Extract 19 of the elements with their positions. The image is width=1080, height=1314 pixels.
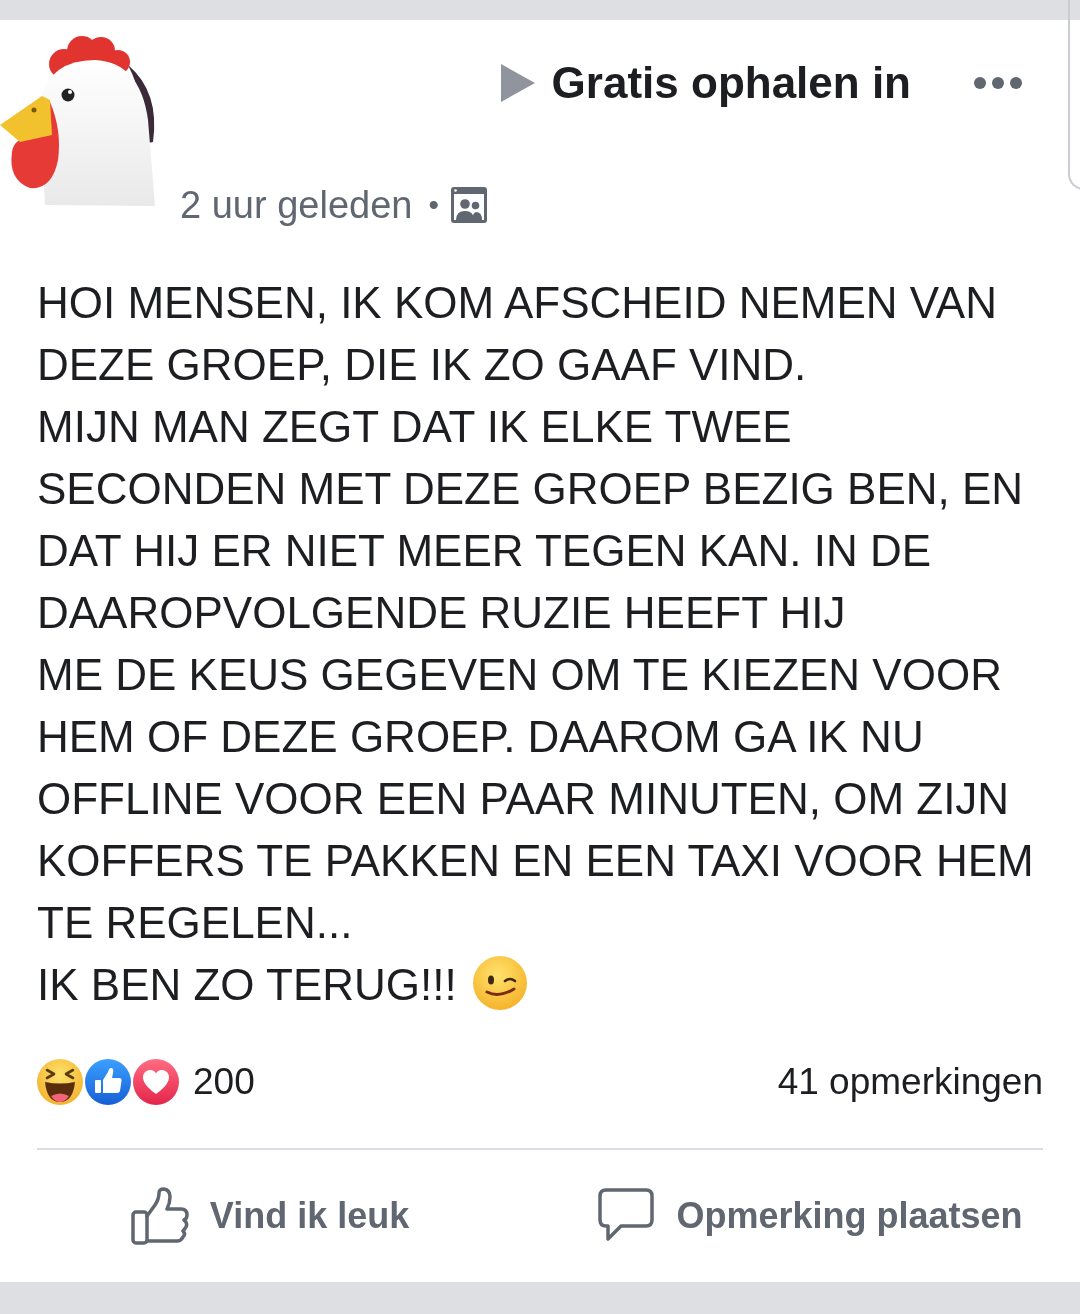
heart-reaction-icon	[131, 1057, 181, 1107]
group-audience-icon	[450, 187, 487, 223]
post-paragraph: MIJN MAN ZEGT DAT IK ELKE TWEE SECONDEN MET DEZE GROEP BEZIG BEN, EN DAT HIJ ER NIET MEER TEGEN KAN. IN DE DAAROPVOLGENDE RUZIE HEEFT HIJ	[37, 402, 1024, 637]
group-name-link[interactable]: Gratis ophalen in	[551, 57, 911, 109]
triangle-icon	[500, 64, 535, 102]
separator-dot: •	[428, 187, 439, 223]
timestamp[interactable]: 2 uur geleden	[180, 183, 413, 227]
more-options-icon[interactable]	[974, 77, 1022, 89]
post-paragraph: IK BEN ZO TERUG!!!	[37, 960, 457, 1009]
thumbs-up-reaction-icon	[83, 1057, 133, 1107]
laughing-emoji-icon	[35, 1057, 85, 1107]
comment-count-link[interactable]: 41 opmerkingen	[777, 1060, 1043, 1104]
reaction-count[interactable]: 200	[193, 1060, 255, 1104]
thumbs-up-icon	[130, 1187, 189, 1245]
like-button[interactable]: Vind ik leuk	[130, 1187, 410, 1245]
post-paragraph: ME DE KEUS GEGEVEN OM TE KIEZEN VOOR HEM OF DEZE GROEP. DAAROM GA IK NU OFFLINE VOOR EEN PAAR MINUTEN, OM ZIJN KOFFERS TE PAKKEN EN EEN TAXI VOOR HEM TE REGELEN...	[37, 650, 1034, 947]
post-paragraph: HOI MENSEN, IK KOM AFSCHEID NEMEN VAN DEZE GROEP, DIE IK ZO GAAF VIND.	[37, 278, 997, 389]
comment-button[interactable]: Opmerking plaatsen	[597, 1187, 1023, 1245]
winking-face-icon	[472, 956, 527, 1010]
